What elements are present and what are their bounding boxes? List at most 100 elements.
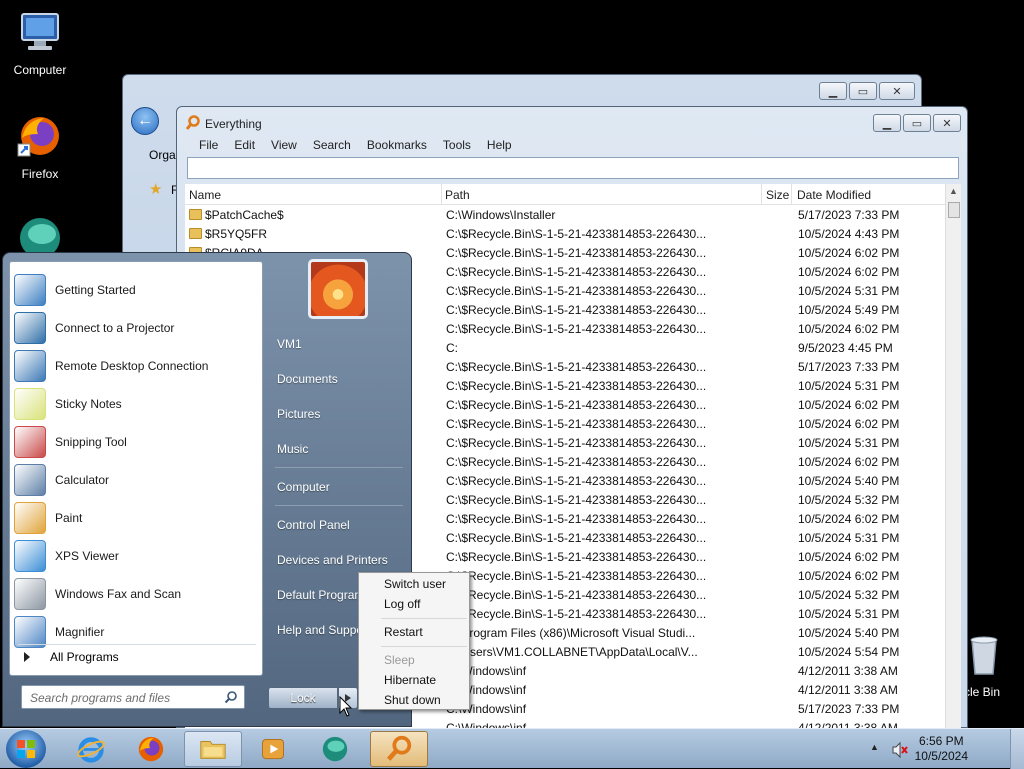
cell-date-modified: 10/5/2024 6:02 PM (798, 569, 900, 583)
cell-date-modified: 10/5/2024 6:02 PM (798, 398, 900, 412)
vertical-scrollbar[interactable]: ▲ (945, 184, 961, 729)
right-item-computer[interactable]: Computer (277, 480, 330, 494)
power-options-menu[interactable]: Switch user Log off Restart Sleep Hibern… (358, 572, 470, 710)
taskbar-app[interactable] (306, 731, 364, 767)
everything-app-icon (185, 115, 200, 130)
media-player-icon (262, 738, 284, 760)
start-separator (18, 644, 256, 645)
start-menu[interactable]: Getting Started Connect to a Projector Rem… (2, 252, 412, 727)
right-item-control-panel[interactable]: Control Panel (277, 518, 350, 532)
all-programs-label: All Programs (50, 650, 119, 664)
menu-tools[interactable]: Tools (435, 138, 479, 152)
menu-edit[interactable]: Edit (226, 138, 263, 152)
show-hidden-icons-icon[interactable]: ▲ (870, 742, 879, 752)
back-arrow-icon: ← (137, 112, 153, 129)
cell-path: C:\$Recycle.Bin\S-1-5-21-4233814853-2264… (446, 284, 707, 298)
cell-path: C:\$Recycle.Bin\S-1-5-21-4233814853-2264… (446, 512, 707, 526)
cell-date-modified: 4/12/2011 3:38 AM (798, 683, 898, 697)
user-picture[interactable] (308, 259, 368, 319)
cell-path: C:\$Recycle.Bin\S-1-5-21-4233814853-2264… (446, 265, 707, 279)
start-search-input[interactable]: Search programs and files (21, 685, 245, 709)
scroll-thumb[interactable] (948, 202, 960, 218)
taskbar-firefox[interactable] (122, 731, 180, 767)
right-item-documents[interactable]: Documents (277, 372, 338, 386)
program-item[interactable]: Remote Desktop Connection (14, 348, 258, 384)
taskbar-ie[interactable] (62, 731, 120, 767)
menu-search[interactable]: Search (305, 138, 359, 152)
right-item-default-programs[interactable]: Default Programs (277, 588, 370, 602)
right-item-help-support[interactable]: Help and Support (277, 623, 370, 637)
desktop-icon-label: Firefox (21, 167, 59, 181)
firefox-icon (138, 736, 164, 762)
minimize-button[interactable]: ▁ (873, 114, 901, 132)
menu-item-log-off[interactable]: Log off (384, 597, 420, 611)
program-label: Sticky Notes (55, 397, 122, 411)
computer-icon (21, 13, 59, 50)
close-button[interactable]: ✕ (879, 82, 915, 100)
cell-date-modified: 10/5/2024 5:31 PM (798, 531, 900, 545)
program-label: Calculator (55, 473, 110, 487)
maximize-button[interactable]: ▭ (903, 114, 931, 132)
organize-menu[interactable]: Orga (149, 148, 176, 162)
program-label: Magnifier (55, 625, 105, 639)
program-item[interactable]: Snipping Tool (14, 424, 258, 460)
menu-item-shut-down[interactable]: Shut down (384, 693, 441, 707)
volume-muted-icon[interactable] (891, 741, 909, 759)
menu-file[interactable]: File (191, 138, 226, 152)
right-item-pictures[interactable]: Pictures (277, 407, 320, 421)
desktop-icon-firefox[interactable]: Firefox (0, 112, 80, 181)
taskbar-explorer[interactable] (184, 731, 242, 767)
desktop-icon-computer[interactable]: Computer (0, 8, 80, 77)
lock-button[interactable]: Lock (268, 687, 338, 709)
menu-help[interactable]: Help (479, 138, 520, 152)
minimize-button[interactable]: ▁ (819, 82, 847, 100)
search-input[interactable] (187, 157, 959, 179)
program-item[interactable]: Calculator (14, 462, 258, 498)
sticky-notes-icon (14, 388, 46, 420)
menu-item-restart[interactable]: Restart (384, 625, 423, 639)
menu-item-switch-user[interactable]: Switch user (384, 577, 446, 591)
menu-item-hibernate[interactable]: Hibernate (384, 673, 436, 687)
explorer-caption-buttons: ▁ ▭ ✕ (819, 82, 915, 100)
program-item[interactable]: Windows Fax and Scan (14, 576, 258, 612)
program-label: XPS Viewer (55, 549, 119, 563)
menu-bookmarks[interactable]: Bookmarks (359, 138, 435, 152)
scroll-up-icon: ▲ (949, 186, 958, 196)
minimize-icon: ▁ (882, 117, 892, 130)
column-date-modified[interactable]: Date Modified (797, 188, 871, 202)
column-path[interactable]: Path (445, 188, 470, 202)
program-item[interactable]: Connect to a Projector (14, 310, 258, 346)
system-clock[interactable]: 6:56 PM 10/5/2024 (915, 734, 968, 764)
cell-date-modified: 10/5/2024 6:02 PM (798, 322, 900, 336)
table-row[interactable]: $R5YQ5FR C:\$Recycle.Bin\S-1-5-21-4233814… (185, 224, 961, 243)
right-item-music[interactable]: Music (277, 442, 308, 456)
right-item-user[interactable]: VM1 (277, 337, 302, 351)
taskbar-everything[interactable] (370, 731, 428, 767)
snipping-tool-icon (14, 426, 46, 458)
projector-icon (14, 312, 46, 344)
maximize-button[interactable]: ▭ (849, 82, 877, 100)
search-icon[interactable] (224, 690, 238, 704)
taskbar-media-player[interactable] (244, 731, 302, 767)
right-item-devices-printers[interactable]: Devices and Printers (277, 553, 388, 567)
column-name[interactable]: Name (189, 188, 221, 202)
cell-date-modified: 10/5/2024 5:31 PM (798, 284, 900, 298)
cell-name: $PatchCache$ (205, 208, 284, 222)
program-item[interactable]: Paint (14, 500, 258, 536)
cell-path: C:\$Recycle.Bin\S-1-5-21-4233814853-2264… (446, 531, 707, 545)
all-programs-button[interactable]: All Programs (16, 650, 119, 664)
start-button[interactable] (6, 730, 46, 768)
back-button[interactable]: ← (131, 107, 159, 135)
program-item[interactable]: Sticky Notes (14, 386, 258, 422)
cell-date-modified: 10/5/2024 6:02 PM (798, 417, 900, 431)
menu-item-sleep: Sleep (384, 653, 415, 667)
close-button[interactable]: ✕ (933, 114, 961, 132)
desktop-icon-label: rcle Bin (960, 685, 1001, 699)
cell-path: C:\Users\VM1.COLLABNET\AppData\Local\V..… (446, 645, 698, 659)
column-size[interactable]: Size (766, 188, 789, 202)
show-desktop-button[interactable] (1010, 729, 1024, 769)
menu-view[interactable]: View (263, 138, 305, 152)
program-item[interactable]: XPS Viewer (14, 538, 258, 574)
program-item[interactable]: Getting Started (14, 272, 258, 308)
table-row[interactable]: $PatchCache$ C:\Windows\Installer 5/17/202… (185, 205, 961, 224)
